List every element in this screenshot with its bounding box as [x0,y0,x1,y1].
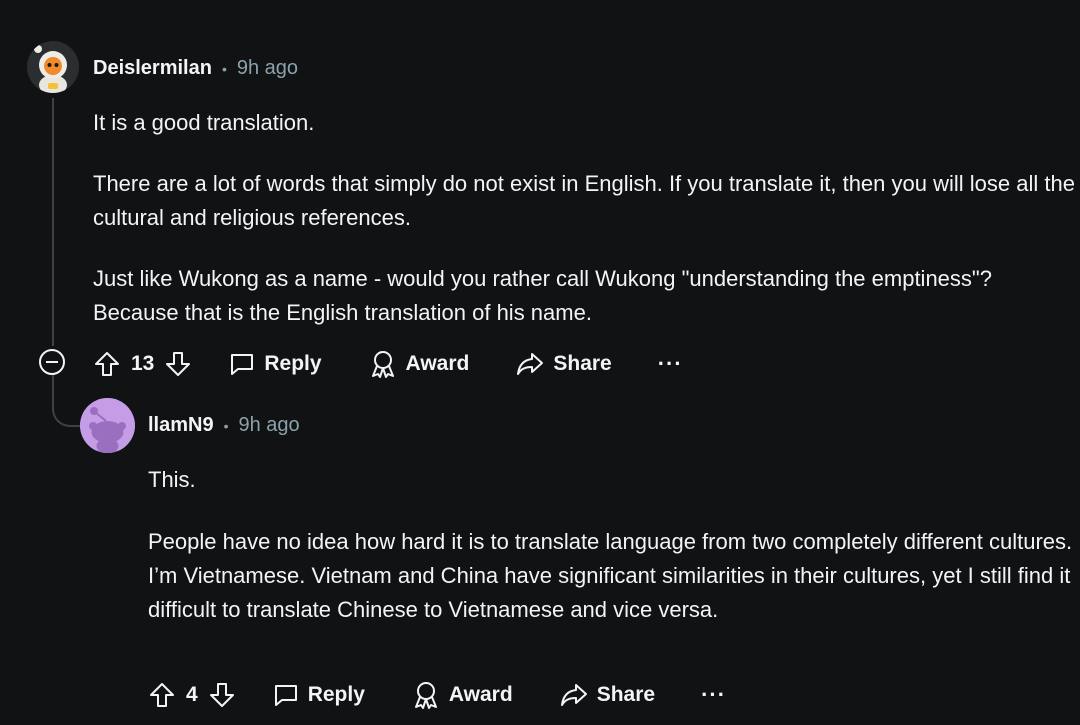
comment-header: llamN9 • 9h ago [148,414,300,437]
collapse-thread-button[interactable] [39,349,65,375]
more-icon: ··· [657,351,683,376]
share-arrow-icon [560,684,587,706]
reply-label: Reply [264,352,322,375]
comment-paragraph: It is a good translation. [93,110,315,135]
reply-button[interactable]: Reply [272,681,365,709]
separator-dot: • [221,60,227,77]
share-label: Share [596,683,656,706]
comment-action-bar: 13 Reply Award Share ··· [93,349,683,379]
award-label: Award [448,683,513,706]
vote-count: 4 [186,683,198,706]
award-button[interactable]: Award [368,349,470,379]
timestamp[interactable]: 9h ago [237,57,298,80]
username[interactable]: Deislermilan [93,57,212,80]
comment-paragraph: Just like Wukong as a name - would you r… [93,266,992,325]
thread-line[interactable] [52,98,54,346]
award-ribbon-icon [371,351,394,378]
share-label: Share [553,352,612,375]
separator-dot: • [223,417,229,434]
comment-paragraph: There are a lot of words that simply do … [93,171,1075,230]
reply-button[interactable]: Reply [228,350,322,378]
vote-group: 13 [93,350,192,378]
minus-circle-icon [46,361,58,363]
reply-branch-line [52,375,82,427]
more-options-button[interactable]: ··· [701,682,726,708]
share-button[interactable]: Share [559,681,655,709]
avatar[interactable] [80,398,135,453]
award-label: Award [405,352,470,375]
comment-paragraph: This. [148,467,196,492]
vote-group: 4 [148,681,236,709]
more-icon: ··· [701,682,727,707]
reply-label: Reply [307,683,365,706]
arrow-down-icon[interactable] [164,350,192,378]
snoo-avatar-icon [80,398,135,453]
speech-bubble-icon [274,685,297,706]
timestamp[interactable]: 9h ago [239,414,300,437]
arrow-up-icon[interactable] [148,681,176,709]
comment-action-bar: 4 Reply Award Share ··· [148,680,726,710]
award-button[interactable]: Award [411,680,513,710]
arrow-up-icon[interactable] [93,350,121,378]
astronaut-avatar-icon [27,41,79,93]
avatar[interactable] [27,41,79,93]
comment-header: Deislermilan • 9h ago [93,57,298,80]
comment-paragraph: People have no idea how hard it is to tr… [148,529,1073,622]
share-button[interactable]: Share [515,350,612,378]
share-arrow-icon [517,353,544,375]
username[interactable]: llamN9 [148,414,214,437]
more-options-button[interactable]: ··· [658,351,683,377]
arrow-down-icon[interactable] [208,681,236,709]
award-ribbon-icon [414,682,437,709]
speech-bubble-icon [231,354,254,375]
vote-count: 13 [131,352,155,375]
